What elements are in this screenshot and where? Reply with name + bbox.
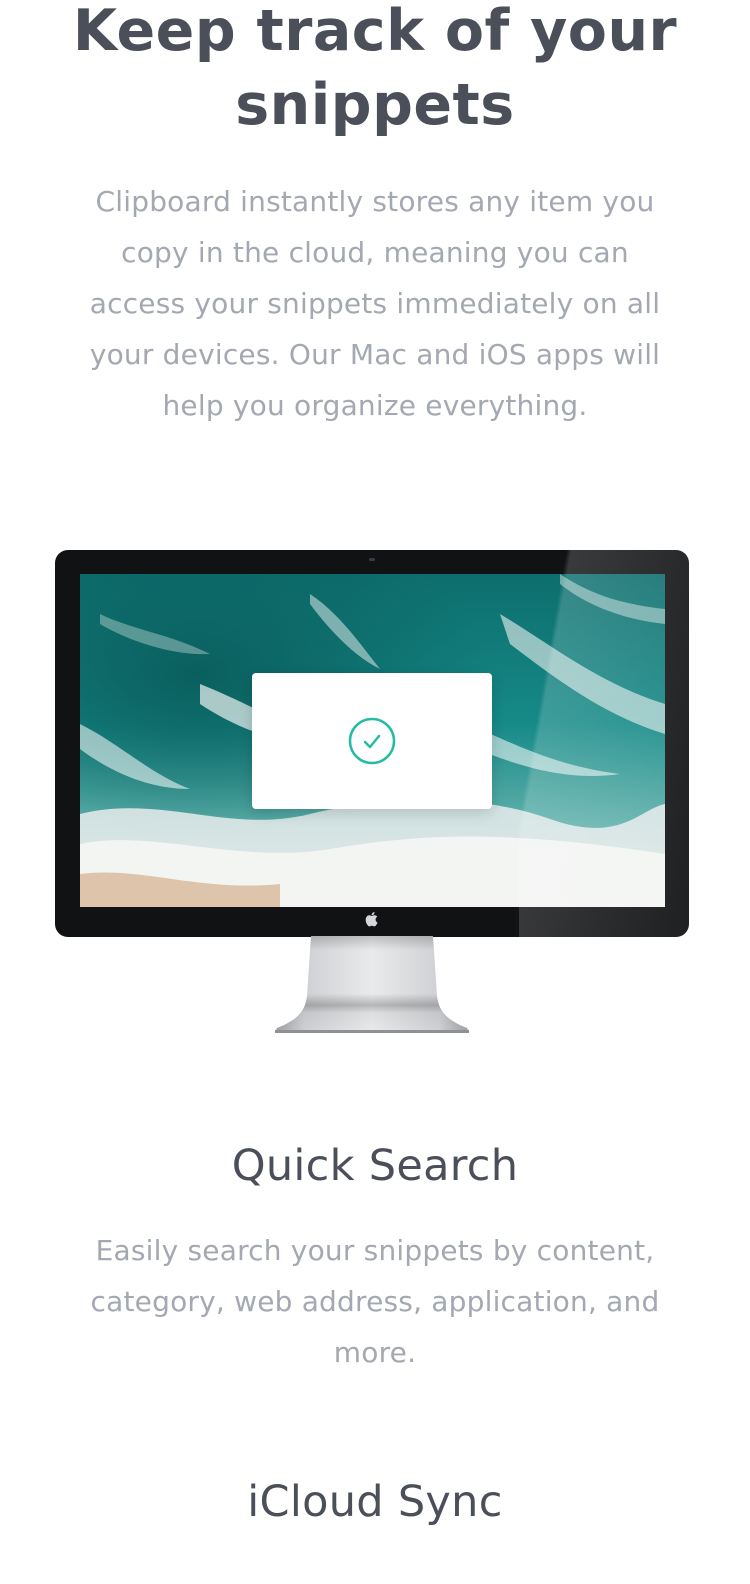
monitor-screen bbox=[80, 574, 665, 907]
check-circle-icon bbox=[348, 717, 396, 765]
feature-title-icloud-sync: iCloud Sync bbox=[247, 1477, 503, 1527]
hero-description: Clipboard instantly stores any item you … bbox=[89, 185, 661, 422]
monitor-stand bbox=[275, 936, 469, 1033]
monitor-illustration bbox=[55, 549, 689, 1035]
monitor-bezel bbox=[55, 550, 689, 937]
feature-title-quick-search: Quick Search bbox=[231, 1141, 519, 1191]
feature-text-quick-search: Easily search your snippets by content, … bbox=[90, 1234, 660, 1369]
camera-dot bbox=[369, 558, 375, 561]
copied-dialog bbox=[252, 673, 492, 809]
apple-icon bbox=[365, 912, 378, 927]
hero-title: Keep track of your snippets bbox=[72, 0, 678, 138]
